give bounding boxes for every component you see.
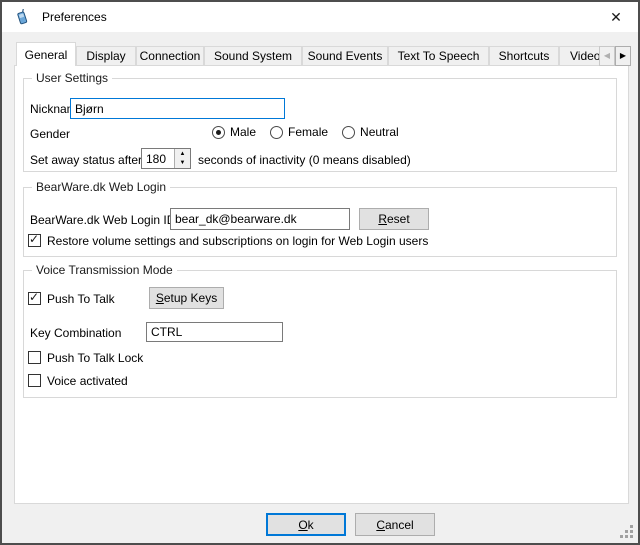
resize-grip[interactable] (620, 525, 633, 538)
title-bar[interactable]: Preferences ✕ (2, 2, 638, 32)
ok-button[interactable]: Ok (266, 513, 346, 536)
gender-option-neutral[interactable]: Neutral (342, 125, 399, 139)
gender-label: Gender (30, 127, 70, 141)
tab-general[interactable]: General (16, 42, 76, 66)
voice-activated-label: Voice activated (47, 374, 128, 388)
close-button[interactable]: ✕ (594, 2, 638, 32)
gender-radio-group: Male Female Neutral (212, 125, 399, 139)
gender-option-male[interactable]: Male (212, 125, 256, 139)
check-icon: ✓ (29, 232, 39, 246)
tab-display[interactable]: Display (76, 46, 136, 65)
close-icon: ✕ (610, 9, 622, 26)
check-icon: ✓ (29, 290, 39, 304)
key-combination-input[interactable] (146, 322, 283, 342)
spin-up-button[interactable]: ▲ (175, 149, 190, 159)
radio-neutral-icon[interactable] (342, 126, 355, 139)
tab-sound-events[interactable]: Sound Events (302, 46, 388, 65)
tab-scroll-left-button: ◀ (599, 46, 615, 66)
spin-down-button[interactable]: ▼ (175, 159, 190, 169)
voice-activated-checkbox[interactable]: ✓ (28, 374, 41, 387)
cancel-button[interactable]: Cancel (355, 513, 435, 536)
teamtalk-app-icon (14, 9, 30, 25)
push-to-talk-label: Push To Talk (47, 292, 115, 306)
nickname-input[interactable] (70, 98, 285, 119)
spin-up-icon: ▲ (180, 151, 186, 157)
away-status-prefix-label: Set away status after (30, 153, 142, 167)
push-to-talk-lock-label: Push To Talk Lock (47, 351, 143, 365)
away-seconds-value: 180 (142, 149, 174, 168)
tab-text-to-speech[interactable]: Text To Speech (388, 46, 489, 65)
web-login-id-input[interactable] (170, 208, 350, 230)
restore-volume-checkbox[interactable]: ✓ (28, 234, 41, 247)
tab-shortcuts[interactable]: Shortcuts (489, 46, 559, 65)
tab-scroll-right-button[interactable]: ▶ (615, 46, 631, 66)
spinner-buttons: ▲ ▼ (174, 149, 190, 168)
restore-volume-label: Restore volume settings and subscription… (47, 234, 428, 248)
user-settings-group-title: User Settings (32, 71, 112, 85)
window-title: Preferences (42, 10, 107, 24)
push-to-talk-checkbox[interactable]: ✓ (28, 292, 41, 305)
reset-button[interactable]: Reset (359, 208, 429, 230)
push-to-talk-lock-checkbox[interactable]: ✓ (28, 351, 41, 364)
scroll-right-icon: ▶ (620, 52, 626, 60)
voice-transmission-group-title: Voice Transmission Mode (32, 263, 177, 277)
radio-female-icon[interactable] (270, 126, 283, 139)
tab-sound-system[interactable]: Sound System (204, 46, 302, 65)
radio-male-label: Male (230, 125, 256, 139)
away-seconds-spinner[interactable]: 180 ▲ ▼ (141, 148, 191, 169)
radio-male-icon[interactable] (212, 126, 225, 139)
key-combination-label: Key Combination (30, 326, 121, 340)
tab-connection[interactable]: Connection (136, 46, 204, 65)
scroll-left-icon: ◀ (604, 52, 610, 60)
radio-neutral-label: Neutral (360, 125, 399, 139)
away-status-suffix-label: seconds of inactivity (0 means disabled) (198, 153, 411, 167)
gender-option-female[interactable]: Female (270, 125, 328, 139)
preferences-dialog: Preferences ✕ General Display Connection… (0, 0, 640, 545)
radio-female-label: Female (288, 125, 328, 139)
setup-keys-button[interactable]: Setup Keys (149, 287, 224, 309)
spin-down-icon: ▼ (180, 160, 186, 166)
web-login-id-label: BearWare.dk Web Login ID (30, 213, 175, 227)
web-login-group-title: BearWare.dk Web Login (32, 180, 170, 194)
